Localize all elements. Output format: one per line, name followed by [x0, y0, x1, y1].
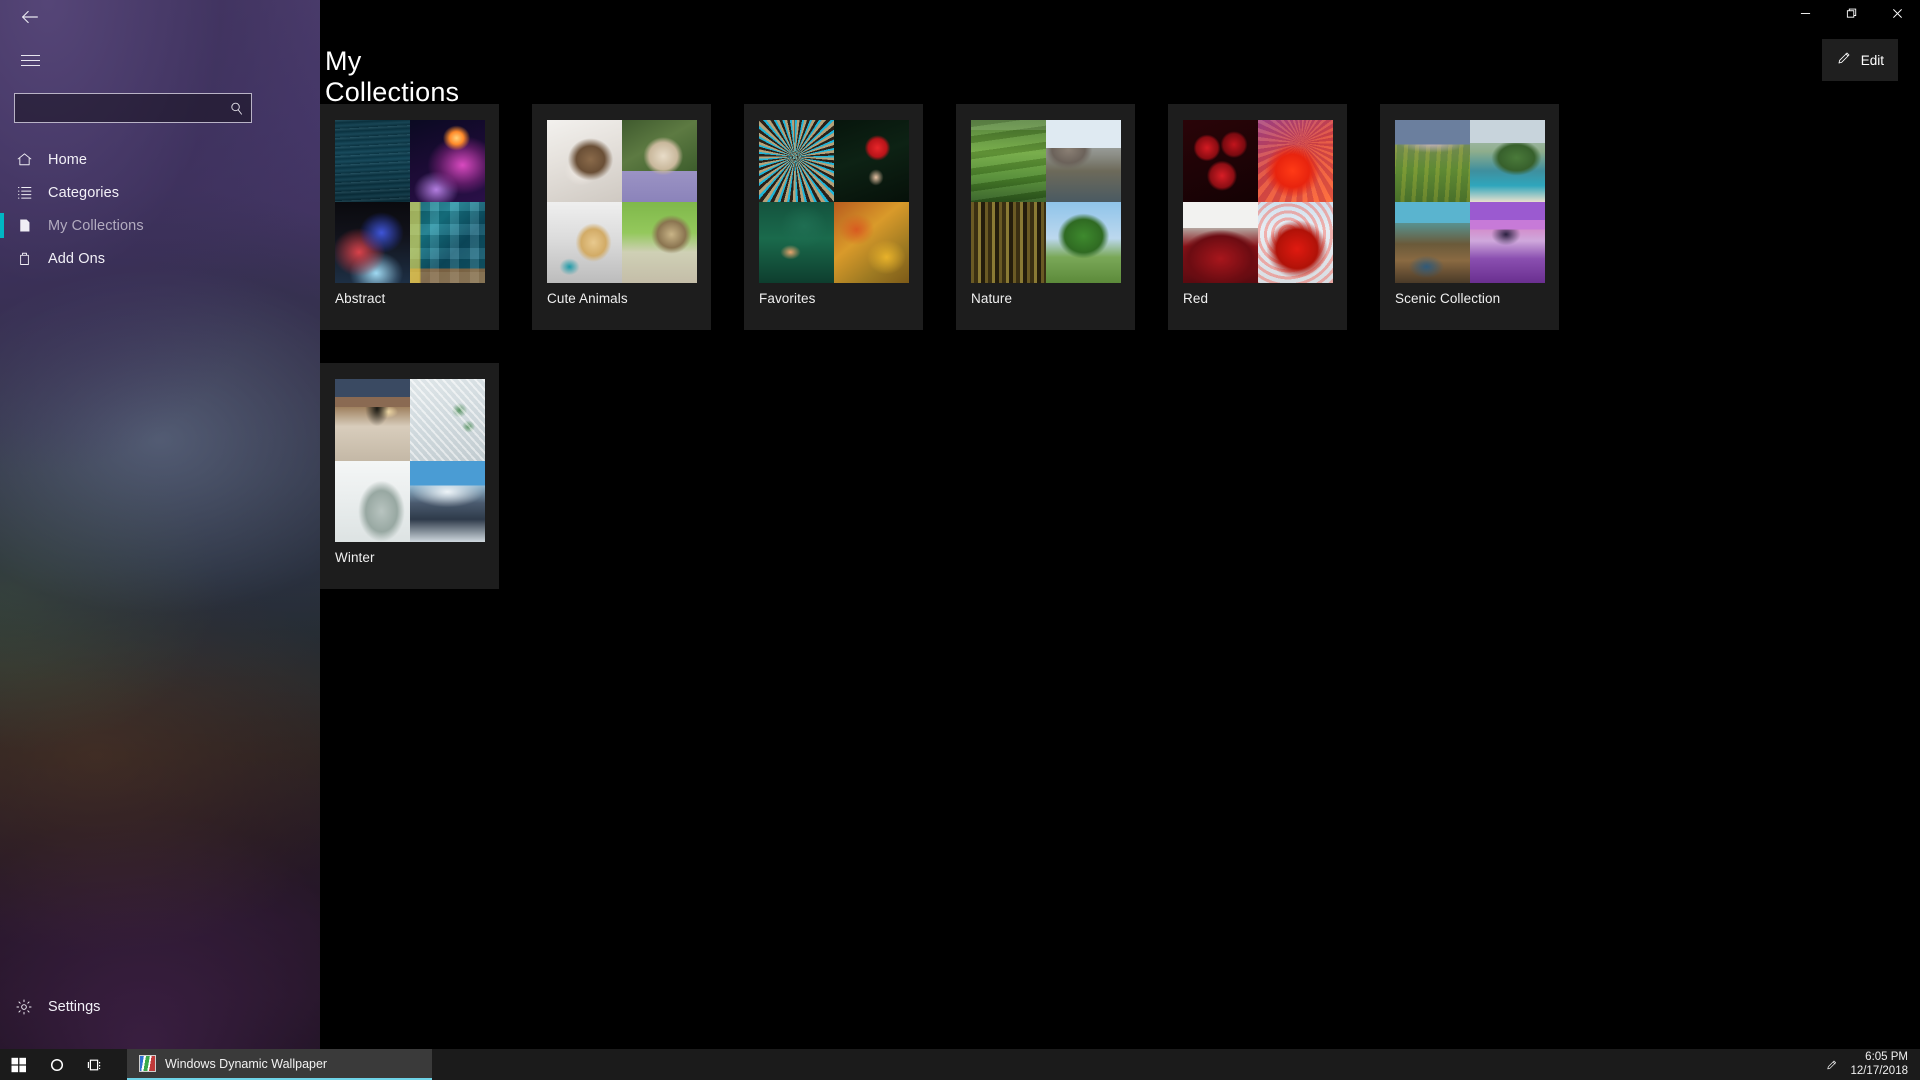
- search-box[interactable]: [14, 93, 252, 123]
- app-window: Home Categories: [0, 0, 1920, 1080]
- collection-label: Scenic Collection: [1395, 291, 1500, 306]
- clock-time: 6:05 PM: [1850, 1051, 1908, 1065]
- thumbnail-tile: [335, 461, 410, 543]
- collection-thumbnail: [547, 120, 697, 283]
- collection-label: Abstract: [335, 291, 385, 306]
- pen-tray-icon[interactable]: [1818, 1049, 1844, 1080]
- page-title: My Collections: [325, 46, 459, 108]
- minimize-button[interactable]: [1782, 0, 1828, 26]
- sidebar-item-label: My Collections: [48, 218, 144, 234]
- close-button[interactable]: [1874, 0, 1920, 26]
- collection-label: Red: [1183, 291, 1208, 306]
- sidebar-item-home[interactable]: Home: [0, 143, 320, 176]
- collection-thumbnail: [759, 120, 909, 283]
- thumbnail-tile: [547, 202, 622, 284]
- edit-button-label: Edit: [1861, 53, 1884, 68]
- collection-label: Cute Animals: [547, 291, 628, 306]
- taskbar-item-windows-dynamic-wallpaper[interactable]: Windows Dynamic Wallpaper: [127, 1049, 432, 1080]
- sidebar-item-categories[interactable]: Categories: [0, 176, 320, 209]
- thumbnail-tile: [410, 461, 485, 543]
- collection-card[interactable]: Red: [1168, 104, 1347, 330]
- thumbnail-tile: [759, 120, 834, 202]
- thumbnail-tile: [1046, 120, 1121, 202]
- sidebar-item-my-collections[interactable]: My Collections: [0, 209, 320, 242]
- thumbnail-tile: [1470, 202, 1545, 284]
- navigation-sidebar: Home Categories: [0, 0, 320, 1049]
- start-button[interactable]: [0, 1049, 38, 1080]
- task-view-button[interactable]: [76, 1049, 114, 1080]
- collection-thumbnail: [1395, 120, 1545, 283]
- maximize-button[interactable]: [1828, 0, 1874, 26]
- list-icon: [0, 184, 48, 201]
- thumbnail-tile: [834, 120, 909, 202]
- back-button[interactable]: [0, 0, 60, 38]
- collection-label: Nature: [971, 291, 1012, 306]
- clock-date: 12/17/2018: [1850, 1065, 1908, 1079]
- search-input[interactable]: [15, 94, 221, 122]
- thumbnail-tile: [1046, 202, 1121, 284]
- collection-icon: [0, 217, 48, 234]
- selection-indicator: [0, 213, 4, 238]
- window-controls: [1782, 0, 1920, 26]
- cortana-search-button[interactable]: [38, 1049, 76, 1080]
- thumbnail-tile: [1258, 202, 1333, 284]
- collection-label: Winter: [335, 550, 375, 565]
- collection-card[interactable]: Nature: [956, 104, 1135, 330]
- taskbar-item-label: Windows Dynamic Wallpaper: [165, 1057, 327, 1071]
- thumbnail-tile: [1183, 120, 1258, 202]
- back-arrow-icon: [19, 6, 41, 33]
- sidebar-item-add-ons[interactable]: Add Ons: [0, 242, 320, 275]
- collection-card[interactable]: Winter: [320, 363, 499, 589]
- menu-button[interactable]: [0, 40, 60, 80]
- sidebar-item-settings[interactable]: Settings: [0, 990, 320, 1023]
- collection-thumbnail: [1183, 120, 1333, 283]
- thumbnail-tile: [971, 202, 1046, 284]
- collection-thumbnail: [971, 120, 1121, 283]
- thumbnail-tile: [1470, 120, 1545, 202]
- thumbnail-tile: [1395, 120, 1470, 202]
- sidebar-item-label: Home: [48, 152, 87, 168]
- thumbnail-tile: [335, 120, 410, 202]
- taskbar: Windows Dynamic Wallpaper 6:05 PM 12/17/…: [0, 1049, 1920, 1080]
- search-icon[interactable]: [221, 101, 251, 116]
- pencil-icon: [1836, 50, 1852, 71]
- thumbnail-tile: [622, 120, 697, 202]
- clock[interactable]: 6:05 PM 12/17/2018: [1844, 1051, 1920, 1078]
- thumbnail-tile: [622, 202, 697, 284]
- sidebar-item-label: Categories: [48, 185, 119, 201]
- system-tray: 6:05 PM 12/17/2018: [1818, 1049, 1920, 1080]
- collection-card[interactable]: Abstract: [320, 104, 499, 330]
- collection-label: Favorites: [759, 291, 815, 306]
- thumbnail-tile: [335, 379, 410, 461]
- thumbnail-tile: [834, 202, 909, 284]
- collection-thumbnail: [335, 379, 485, 542]
- collection-card[interactable]: Scenic Collection: [1380, 104, 1559, 330]
- thumbnail-tile: [1258, 120, 1333, 202]
- app-icon: [139, 1055, 156, 1072]
- hamburger-icon: [21, 51, 40, 70]
- sidebar-item-label: Add Ons: [48, 251, 105, 267]
- thumbnail-tile: [335, 202, 410, 284]
- edit-button[interactable]: Edit: [1822, 39, 1898, 81]
- thumbnail-tile: [547, 120, 622, 202]
- thumbnail-tile: [1395, 202, 1470, 284]
- thumbnail-tile: [410, 379, 485, 461]
- collection-card[interactable]: Favorites: [744, 104, 923, 330]
- collection-card[interactable]: Cute Animals: [532, 104, 711, 330]
- sidebar-nav-list: Home Categories: [0, 143, 320, 275]
- content-area: My Collections Edit Abstract Cute Animals…: [320, 0, 1920, 1049]
- home-icon: [0, 151, 48, 168]
- thumbnail-tile: [759, 202, 834, 284]
- collections-grid: Abstract Cute Animals Favorites Nature Red Sc…: [320, 104, 1600, 589]
- bag-icon: [0, 250, 48, 267]
- thumbnail-tile: [1183, 202, 1258, 284]
- thumbnail-tile: [410, 202, 485, 284]
- sidebar-item-label: Settings: [48, 999, 100, 1015]
- thumbnail-tile: [971, 120, 1046, 202]
- gear-icon: [0, 998, 48, 1016]
- thumbnail-tile: [410, 120, 485, 202]
- collection-thumbnail: [335, 120, 485, 283]
